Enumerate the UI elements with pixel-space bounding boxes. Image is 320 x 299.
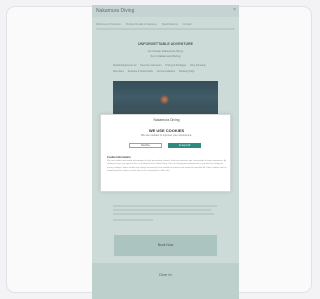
- dialog-body-text: We use cookies and similar technologies …: [107, 160, 227, 172]
- dialog-title: WE USE COOKIES: [148, 128, 185, 133]
- dialog-subtitle: We use cookies to improve your experienc…: [141, 134, 192, 137]
- accept-all-button[interactable]: Accept All: [168, 143, 201, 148]
- dialog-brand: Nakamura Diving: [153, 118, 180, 122]
- cookie-consent-dialog: Nakamura Diving WE USE COOKIES We use co…: [100, 114, 231, 192]
- dialog-section-heading: Cookie Information: [107, 156, 131, 159]
- decline-button[interactable]: Decline: [129, 143, 162, 148]
